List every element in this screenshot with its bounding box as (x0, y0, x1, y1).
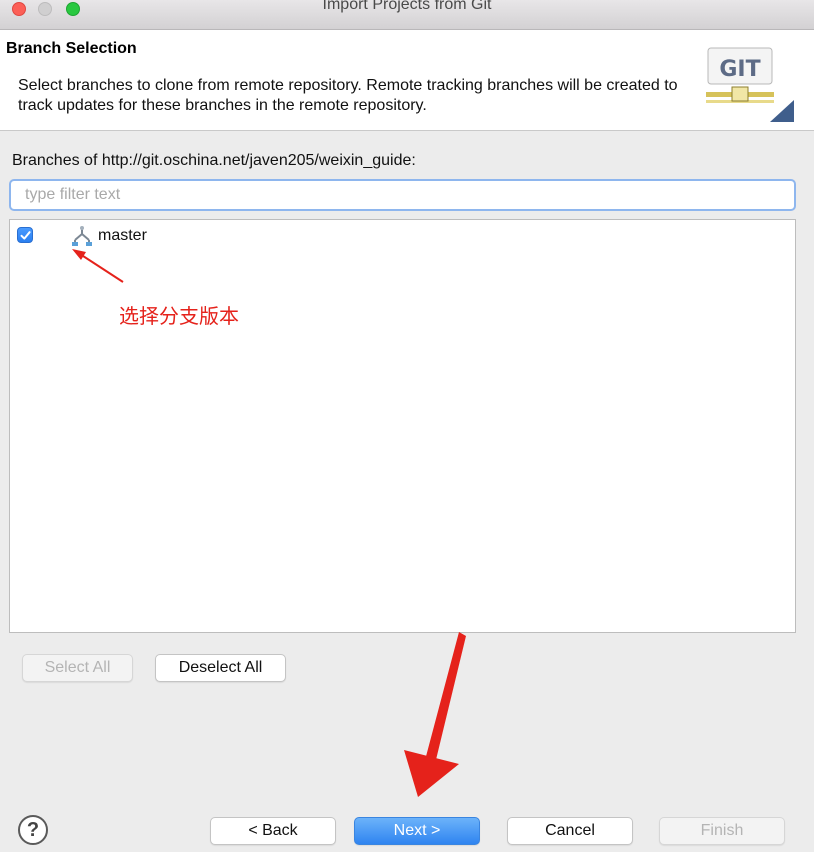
branches-label: Branches of http://git.oschina.net/javen… (12, 152, 416, 169)
large-arrow-icon (404, 632, 466, 797)
deselect-all-button[interactable]: Deselect All (155, 654, 286, 682)
title-bar: Import Projects from Git (0, 0, 814, 30)
back-button[interactable]: < Back (210, 817, 336, 845)
select-all-button[interactable]: Select All (22, 654, 133, 682)
list-item[interactable]: master (10, 220, 795, 250)
branch-icon (72, 226, 92, 246)
finish-button[interactable]: Finish (659, 817, 785, 845)
window-title: Import Projects from Git (322, 0, 492, 13)
help-icon[interactable]: ? (18, 815, 48, 845)
checkmark-icon (20, 231, 31, 240)
branch-checkbox[interactable] (17, 227, 33, 243)
branch-name: master (98, 227, 147, 244)
page-description: Select branches to clone from remote rep… (18, 77, 678, 114)
branch-list[interactable]: master (9, 219, 796, 633)
git-logo-icon: GIT (706, 47, 794, 122)
annotation-text: 选择分支版本 (119, 304, 239, 328)
wizard-header: Branch Selection Select branches to clon… (0, 30, 814, 131)
cancel-button[interactable]: Cancel (507, 817, 633, 845)
git-logo-text: GIT (719, 57, 760, 82)
page-title: Branch Selection (6, 40, 137, 57)
next-button[interactable]: Next > (354, 817, 480, 845)
filter-input[interactable] (9, 179, 796, 211)
